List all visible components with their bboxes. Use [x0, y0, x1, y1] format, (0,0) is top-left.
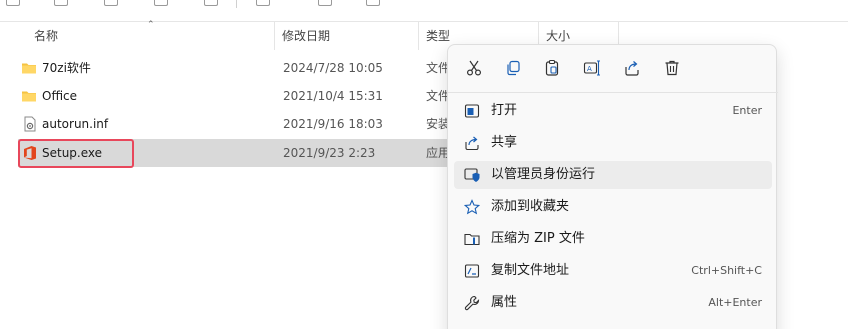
menu-item-add-to-favorites[interactable]: 添加到收藏夹: [454, 193, 772, 221]
menu-item-label: 共享: [491, 135, 518, 150]
toolbar-button-stub[interactable]: [54, 0, 68, 6]
properties-icon: [464, 295, 480, 311]
file-date: 2024/7/28 10:05: [283, 61, 383, 75]
menu-item-label: 复制文件地址: [491, 263, 570, 278]
inf-file-icon: [24, 116, 36, 132]
file-date: 2021/10/4 15:31: [283, 89, 383, 103]
cut-button[interactable]: [460, 55, 488, 81]
file-name: 70zi软件: [42, 61, 91, 75]
folder-icon: [22, 63, 36, 74]
context-menu-toolbar: A: [448, 45, 778, 89]
menu-item-label: 打开: [491, 103, 518, 118]
explorer-toolbar: [0, 0, 848, 22]
context-menu: A 打开 Enter 共享 以管理员身份运行 添加到收藏夹 压缩为 ZIP 文件…: [447, 44, 778, 329]
delete-icon: [665, 60, 679, 76]
copy-button[interactable]: [499, 55, 527, 81]
menu-item-open[interactable]: 打开 Enter: [454, 97, 772, 125]
sort-ascending-icon: ⌃: [147, 20, 155, 30]
rename-icon: A: [583, 60, 600, 76]
column-divider[interactable]: [418, 22, 419, 50]
menu-item-label: 属性: [491, 295, 518, 310]
star-icon: [464, 199, 480, 215]
menu-item-label: 压缩为 ZIP 文件: [491, 231, 585, 246]
menu-item-copy-path[interactable]: 复制文件地址 Ctrl+Shift+C: [454, 257, 772, 285]
zip-icon: [464, 233, 480, 246]
share-icon: [625, 61, 639, 76]
column-header-type[interactable]: 类型: [426, 22, 450, 50]
folder-icon: [22, 91, 36, 102]
share-icon: [465, 136, 479, 151]
toolbar-button-stub[interactable]: [204, 0, 218, 6]
menu-divider: [448, 92, 778, 93]
share-toolbar-button[interactable]: [618, 55, 646, 81]
paste-button[interactable]: [538, 55, 566, 81]
menu-item-properties[interactable]: 属性 Alt+Enter: [454, 289, 772, 317]
file-date: 2021/9/23 2:23: [283, 146, 376, 160]
rename-button[interactable]: A: [578, 55, 606, 81]
menu-item-share[interactable]: 共享: [454, 129, 772, 157]
file-name: autorun.inf: [42, 117, 109, 131]
toolbar-button-stub[interactable]: [6, 0, 20, 6]
column-header-modified[interactable]: 修改日期: [282, 22, 330, 50]
menu-item-label: 添加到收藏夹: [491, 199, 570, 214]
toolbar-button-stub[interactable]: [318, 0, 332, 6]
toolbar-button-stub[interactable]: [154, 0, 168, 6]
copy-path-icon: [464, 264, 480, 278]
delete-button[interactable]: [658, 55, 686, 81]
run-as-admin-icon: [464, 168, 480, 182]
toolbar-button-stub[interactable]: [256, 0, 270, 6]
paste-icon: [545, 59, 559, 76]
menu-item-compress-zip[interactable]: 压缩为 ZIP 文件: [454, 225, 772, 253]
toolbar-button-stub[interactable]: [366, 0, 380, 6]
copy-icon: [507, 60, 520, 76]
toolbar-button-stub[interactable]: [104, 0, 118, 6]
svg-text:A: A: [587, 65, 592, 73]
open-app-icon: [464, 104, 480, 118]
toolbar-separator: [236, 0, 237, 8]
cut-icon: [466, 60, 482, 76]
annotation-highlight-box: [18, 139, 134, 168]
menu-item-shortcut: Alt+Enter: [708, 296, 762, 309]
column-header-name[interactable]: 名称: [34, 22, 58, 50]
menu-item-shortcut: Ctrl+Shift+C: [691, 264, 762, 277]
menu-item-shortcut: Enter: [732, 104, 762, 117]
menu-item-run-as-admin[interactable]: 以管理员身份运行: [454, 161, 772, 189]
column-divider[interactable]: [274, 22, 275, 50]
file-date: 2021/9/16 18:03: [283, 117, 383, 131]
menu-item-label: 以管理员身份运行: [491, 167, 596, 182]
file-name: Office: [42, 89, 78, 103]
